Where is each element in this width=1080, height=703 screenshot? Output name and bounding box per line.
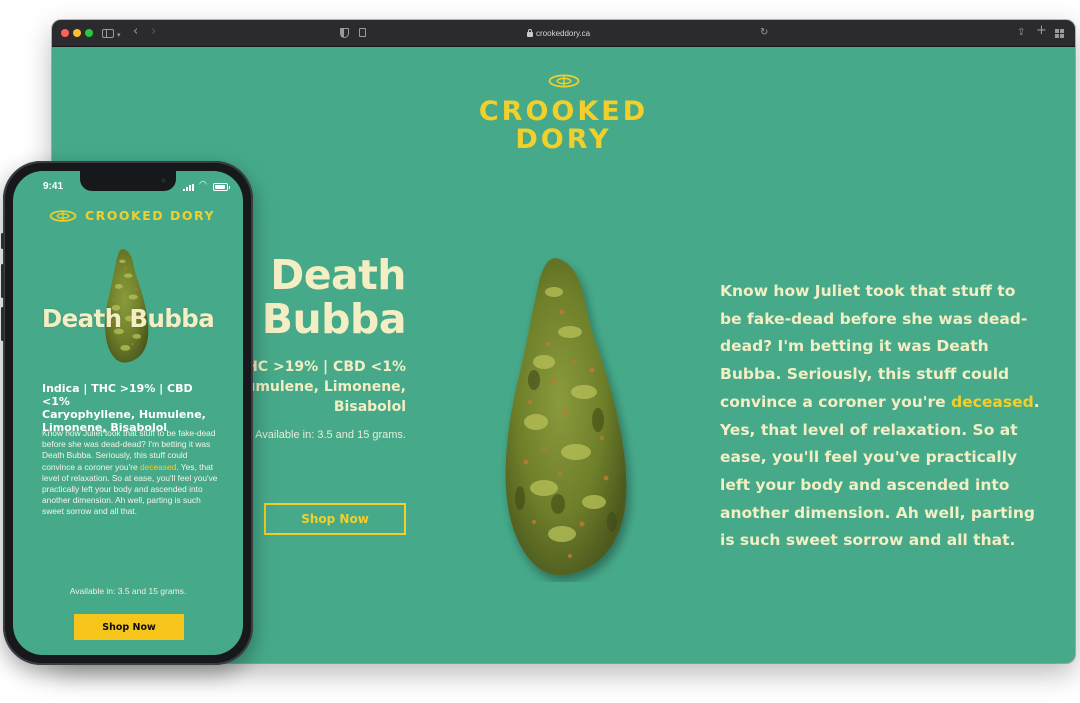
phone-product-specs: Indica | THC >19% | CBD <1% Caryophyllen… bbox=[42, 382, 222, 434]
privacy-shield-icon[interactable] bbox=[340, 28, 349, 38]
description-text-end: . Yes, that level of relaxation. So at e… bbox=[720, 392, 1040, 550]
phone-specs-line2: Caryophyllene, Humulene, bbox=[42, 408, 206, 421]
tab-overview-icon[interactable] bbox=[1055, 29, 1064, 38]
reader-mode-icon[interactable] bbox=[359, 28, 366, 37]
minimize-window-button[interactable] bbox=[73, 29, 81, 37]
browser-toolbar: ▾ ‹ › crookeddory.ca ↻ ⇪ + bbox=[52, 20, 1075, 47]
lock-icon bbox=[527, 29, 533, 37]
chevron-down-icon[interactable]: ▾ bbox=[117, 28, 121, 42]
battery-icon bbox=[213, 183, 230, 191]
phone-shop-now-button[interactable]: Shop Now bbox=[74, 614, 184, 640]
phone-frame: 9:41 ◠ CROOKED DORY Death Bubba Indica |… bbox=[1, 161, 253, 665]
phone-volume-up bbox=[1, 264, 4, 298]
back-arrow-icon[interactable]: ‹ bbox=[133, 25, 138, 39]
url-text: crookeddory.ca bbox=[536, 29, 591, 38]
brand-name-line1[interactable]: CROOKED bbox=[52, 96, 1075, 127]
shop-now-button[interactable]: Shop Now bbox=[264, 503, 406, 535]
phone-side-button bbox=[1, 233, 4, 249]
share-icon[interactable]: ⇪ bbox=[1017, 26, 1025, 40]
signal-icon bbox=[183, 184, 195, 191]
phone-notch bbox=[80, 171, 176, 191]
new-tab-icon[interactable]: + bbox=[1036, 24, 1047, 38]
phone-specs-line1: Indica | THC >19% | CBD <1% bbox=[42, 382, 193, 408]
fish-logo-icon[interactable] bbox=[548, 74, 580, 88]
cannabis-bud-image bbox=[505, 258, 627, 576]
forward-arrow-icon[interactable]: › bbox=[151, 25, 156, 39]
camera-icon bbox=[161, 178, 166, 183]
brand-name-line2[interactable]: DORY bbox=[52, 124, 1075, 155]
status-time: 9:41 bbox=[43, 181, 64, 192]
phone-availability-text: Available in: 3.5 and 15 grams. bbox=[69, 586, 187, 596]
phone-product-title: Death Bubba bbox=[41, 304, 215, 333]
phone-screen: 9:41 ◠ CROOKED DORY Death Bubba Indica |… bbox=[13, 171, 243, 655]
sidebar-icon[interactable] bbox=[102, 29, 114, 38]
phone-description-highlight: deceased bbox=[139, 461, 177, 472]
phone-volume-down bbox=[1, 307, 4, 341]
address-bar[interactable]: crookeddory.ca bbox=[527, 27, 590, 40]
product-description: Know how Juliet took that stuff to be fa… bbox=[720, 278, 1040, 555]
description-highlight: deceased bbox=[951, 392, 1034, 411]
close-window-button[interactable] bbox=[61, 29, 69, 37]
wifi-icon: ◠ bbox=[199, 180, 207, 190]
description-text-start: Know how Juliet took that stuff to be fa… bbox=[720, 282, 1028, 411]
phone-brand-name[interactable]: CROOKED DORY bbox=[85, 208, 215, 223]
zoom-window-button[interactable] bbox=[85, 29, 93, 37]
phone-product-description: Know how Juliet took that stuff to be fa… bbox=[42, 428, 220, 518]
reload-icon[interactable]: ↻ bbox=[760, 26, 768, 40]
fish-logo-icon[interactable] bbox=[49, 210, 77, 222]
